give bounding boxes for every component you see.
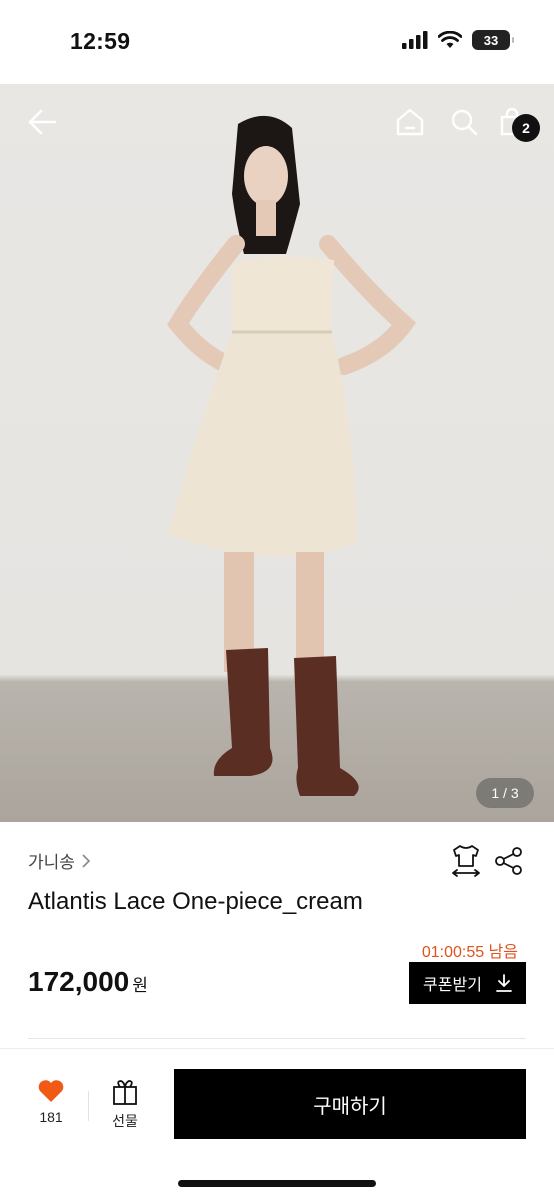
product-name: Atlantis Lace One-piece_cream (28, 888, 363, 915)
product-photo (167, 115, 417, 796)
price: 172,000 원 (28, 966, 148, 998)
image-page-indicator: 1 / 3 (476, 778, 534, 808)
coupon-label: 쿠폰받기 (423, 977, 482, 994)
home-icon (396, 108, 424, 136)
price-value: 172,000 (28, 966, 130, 997)
hero-navigation (0, 84, 554, 164)
buy-button[interactable]: 구매하기 (174, 1069, 526, 1139)
bottom-action-bar: 181 선물 구매하기 (0, 1048, 554, 1200)
back-arrow-icon (28, 109, 57, 135)
product-image-carousel[interactable]: 1 / 3 (0, 84, 554, 822)
download-icon (496, 974, 512, 992)
search-button[interactable] (446, 102, 482, 142)
home-button[interactable] (392, 102, 428, 142)
status-bar: 12:59 33 (0, 0, 554, 84)
status-time: 12:59 (70, 28, 131, 54)
brand-link[interactable]: 가니송 (28, 848, 91, 873)
get-coupon-button[interactable]: 쿠폰받기 (409, 962, 526, 1004)
cellular-signal-icon (402, 31, 428, 49)
wifi-icon (438, 31, 462, 48)
divider (28, 1038, 526, 1039)
size-guide-button[interactable] (450, 844, 482, 878)
like-button[interactable]: 181 (24, 1079, 78, 1139)
divider (88, 1091, 89, 1121)
share-button[interactable] (494, 846, 524, 876)
status-icons: 33 (402, 30, 514, 50)
cart-count-badge: 2 (512, 114, 540, 142)
battery-icon: 33 (472, 30, 514, 50)
heart-icon (38, 1080, 64, 1102)
size-fit-icon (452, 845, 480, 877)
like-count: 181 (39, 1109, 63, 1125)
gift-button[interactable]: 선물 (98, 1079, 152, 1139)
home-indicator (178, 1180, 376, 1187)
gift-icon (113, 1080, 137, 1105)
search-icon (451, 109, 478, 136)
chevron-right-icon (82, 853, 91, 868)
share-icon (495, 847, 522, 875)
back-button[interactable] (22, 102, 62, 142)
price-currency: 원 (132, 976, 148, 995)
gift-label: 선물 (112, 1113, 138, 1129)
coupon-timer: 01:00:55 남음 (421, 944, 518, 961)
brand-name: 가니송 (28, 853, 75, 872)
